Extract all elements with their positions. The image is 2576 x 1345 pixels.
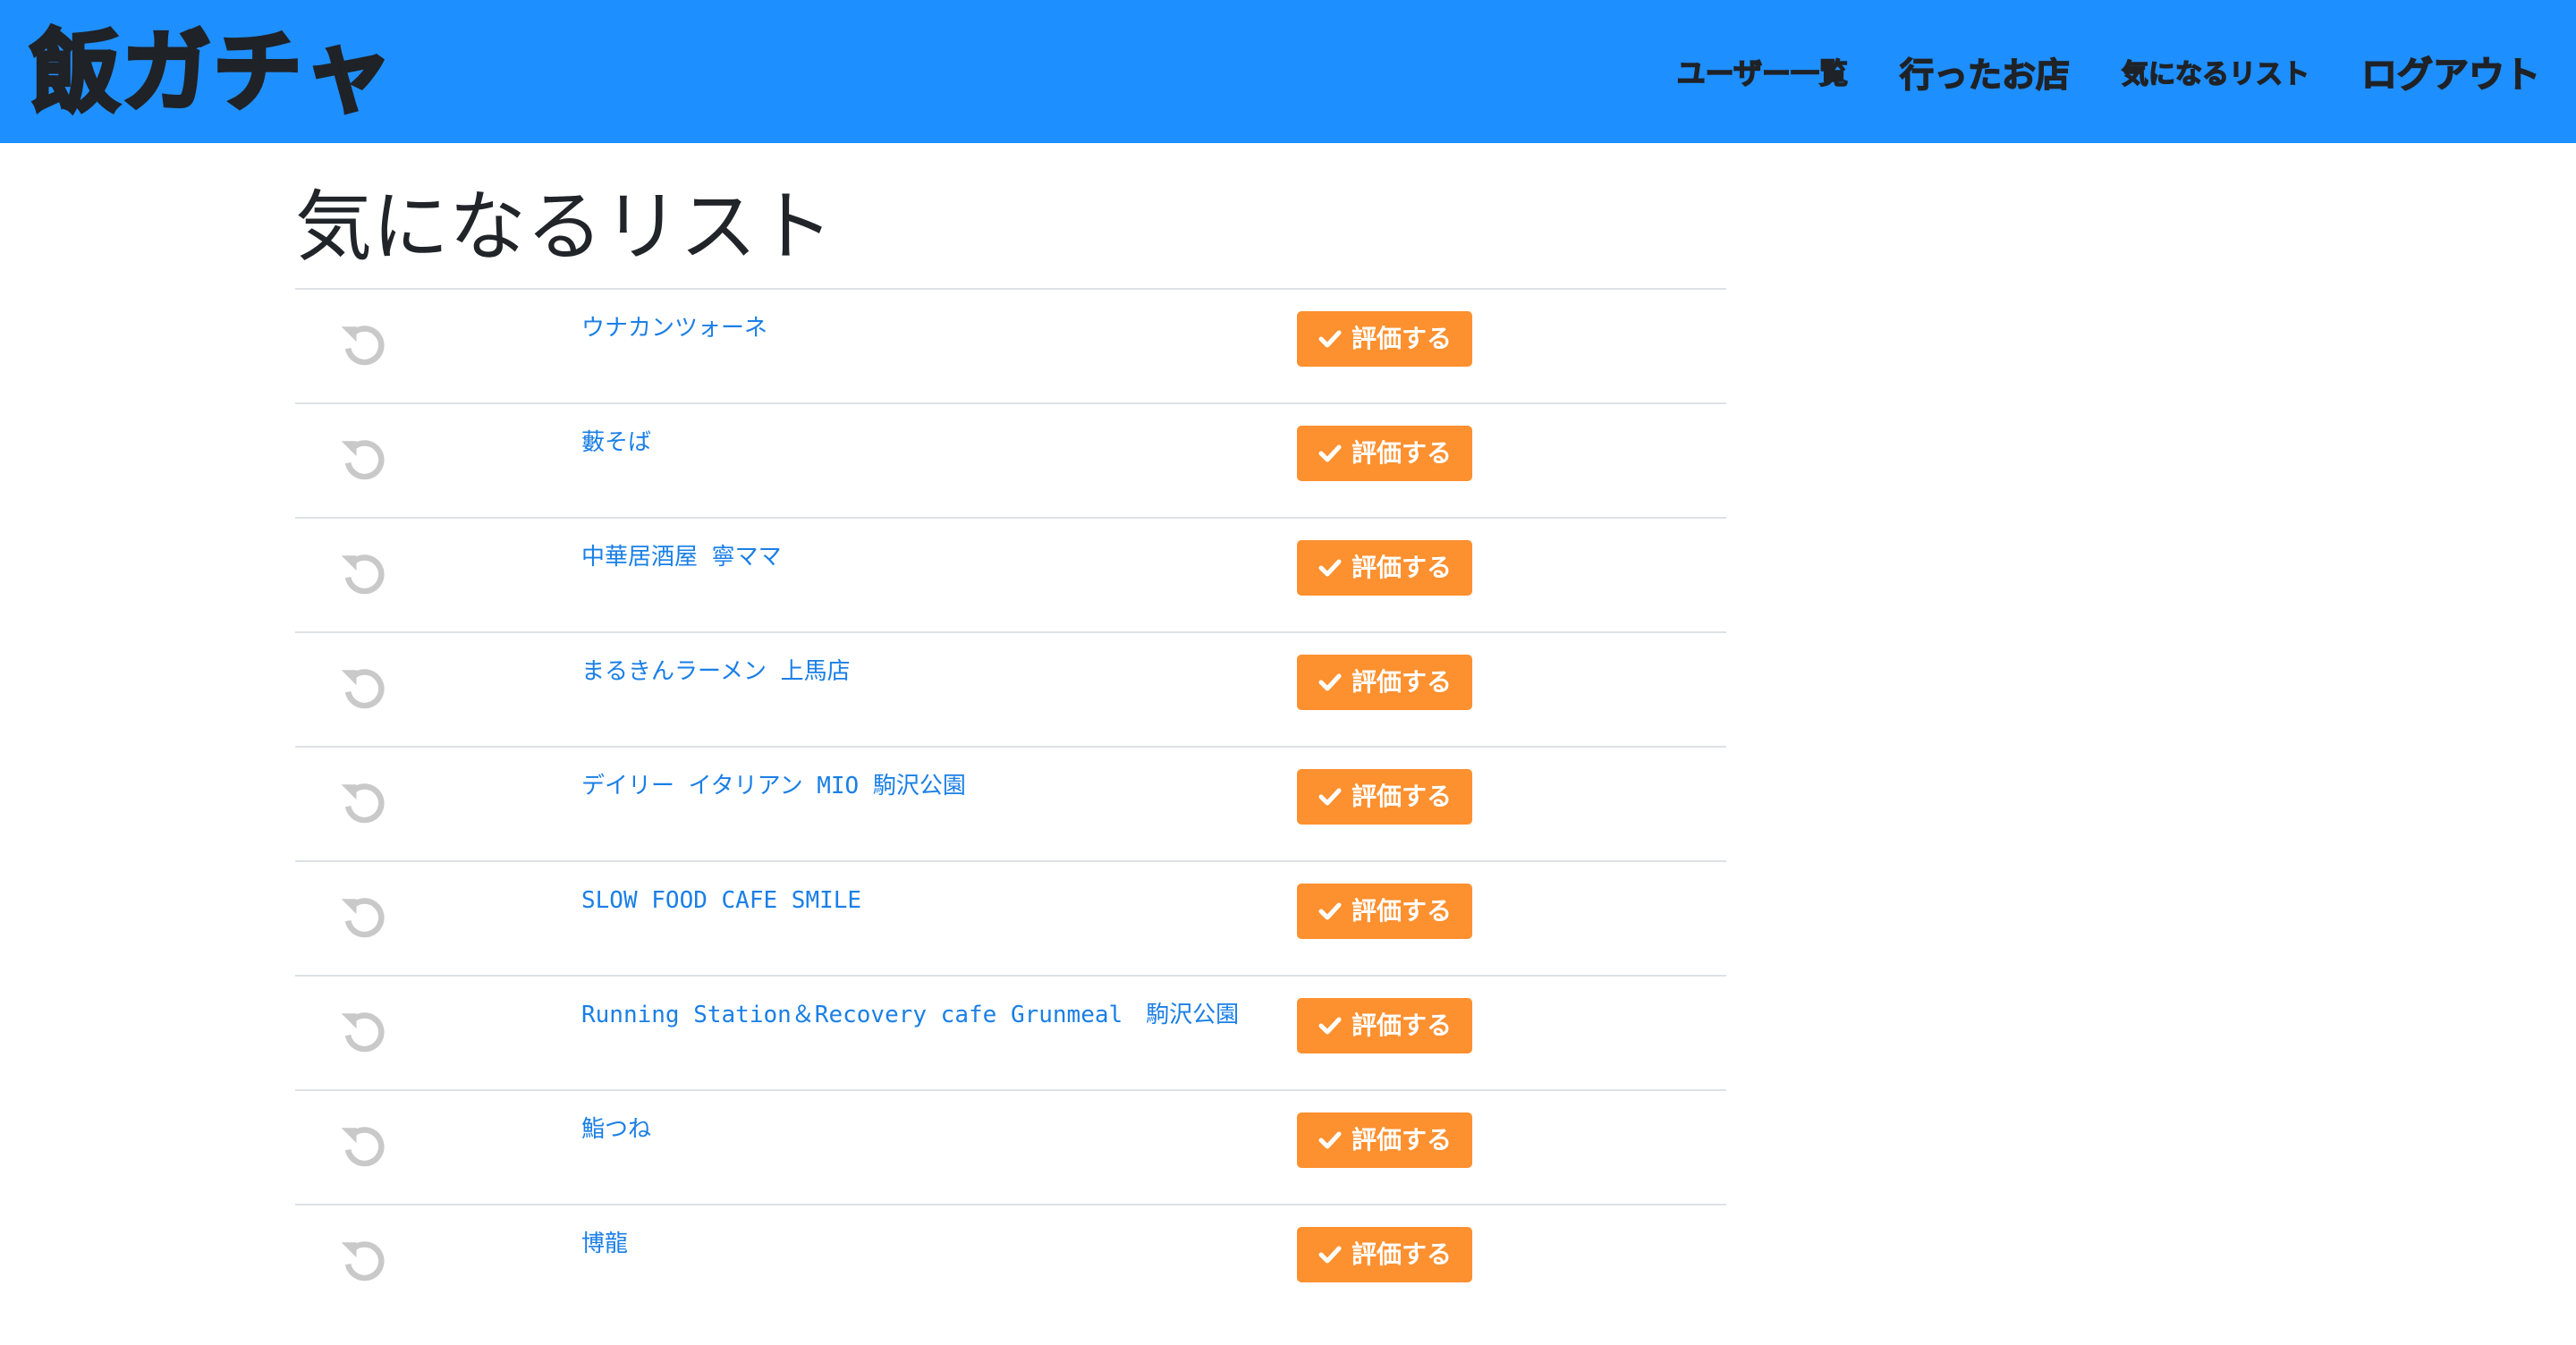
rate-button[interactable]: 評価する <box>1297 1112 1472 1168</box>
list-item: Running Station＆Recovery cafe Grunmeal 駒… <box>295 977 1726 1091</box>
shop-name-link[interactable]: Running Station＆Recovery cafe Grunmeal 駒… <box>581 1000 1239 1030</box>
list-item: 中華居酒屋 寧ママ 評価する <box>295 519 1726 633</box>
shop-name-link[interactable]: SLOW FOOD CAFE SMILE <box>581 885 861 916</box>
nav-visited-link[interactable]: 行ったお店 <box>1899 47 2071 97</box>
rate-button-label: 評価する <box>1351 1239 1452 1269</box>
rate-button-label: 評価する <box>1351 553 1452 582</box>
wishlist-table: ウナカンツォーネ 評価する 藪そば 評価する 中華居酒屋 寧ママ 評価する まる… <box>295 288 1726 1318</box>
list-item: まるきんラーメン 上馬店 評価する <box>295 633 1726 748</box>
check-icon <box>1318 1131 1342 1149</box>
check-icon <box>1318 1017 1342 1035</box>
rate-button[interactable]: 評価する <box>1297 769 1472 825</box>
check-icon <box>1318 902 1342 920</box>
main-content: 気になるリスト ウナカンツォーネ 評価する 藪そば 評価する 中華居酒屋 寧ママ… <box>295 143 1726 1318</box>
check-icon <box>1318 559 1342 577</box>
reload-icon[interactable] <box>336 317 390 370</box>
top-navbar: 飯ガチャ ユーザー一覧 行ったお店 気になるリスト ログアウト <box>0 0 2576 143</box>
rate-button[interactable]: 評価する <box>1297 998 1472 1053</box>
reload-icon[interactable] <box>336 774 390 828</box>
rate-button-label: 評価する <box>1351 324 1452 353</box>
rate-button-label: 評価する <box>1351 1125 1452 1155</box>
check-icon <box>1318 673 1342 691</box>
check-icon <box>1318 1246 1342 1264</box>
rate-button[interactable]: 評価する <box>1297 540 1472 596</box>
page-title: 気になるリスト <box>295 182 834 272</box>
shop-name-link[interactable]: 博龍 <box>581 1229 628 1259</box>
reload-icon[interactable] <box>336 546 390 599</box>
rate-button-label: 評価する <box>1351 667 1452 697</box>
check-icon <box>1318 330 1342 348</box>
reload-icon[interactable] <box>336 660 390 714</box>
shop-name-link[interactable]: 鮨つね <box>581 1114 651 1145</box>
list-item: 鮨つね 評価する <box>295 1091 1726 1205</box>
shop-name-link[interactable]: ウナカンツォーネ <box>581 313 767 343</box>
rate-button[interactable]: 評価する <box>1297 655 1472 710</box>
list-item: 博龍 評価する <box>295 1205 1726 1318</box>
reload-icon[interactable] <box>336 1003 390 1057</box>
rate-button[interactable]: 評価する <box>1297 426 1472 481</box>
shop-name-link[interactable]: 中華居酒屋 寧ママ <box>581 542 782 572</box>
rate-button-label: 評価する <box>1351 782 1452 811</box>
list-item: ウナカンツォーネ 評価する <box>295 290 1726 404</box>
rate-button-label: 評価する <box>1351 896 1452 926</box>
rate-button[interactable]: 評価する <box>1297 1227 1472 1282</box>
nav-wishlist-link[interactable]: 気になるリスト <box>2121 52 2310 91</box>
check-icon <box>1318 788 1342 806</box>
nav-users-link[interactable]: ユーザー一覧 <box>1676 51 1849 92</box>
rate-button-label: 評価する <box>1351 438 1452 468</box>
list-item: デイリー イタリアン MIO 駒沢公園 評価する <box>295 748 1726 862</box>
list-item: 藪そば 評価する <box>295 404 1726 519</box>
shop-name-link[interactable]: まるきんラーメン 上馬店 <box>581 656 851 687</box>
main-nav: ユーザー一覧 行ったお店 気になるリスト ログアウト <box>1676 0 2541 143</box>
rate-button-label: 評価する <box>1351 1011 1452 1040</box>
shop-name-link[interactable]: 藪そば <box>581 427 651 458</box>
reload-icon[interactable] <box>336 889 390 943</box>
reload-icon[interactable] <box>336 1118 390 1172</box>
reload-icon[interactable] <box>336 1232 390 1286</box>
shop-name-link[interactable]: デイリー イタリアン MIO 駒沢公園 <box>581 771 966 801</box>
list-item: SLOW FOOD CAFE SMILE 評価する <box>295 862 1726 977</box>
reload-icon[interactable] <box>336 431 390 485</box>
brand-logo[interactable]: 飯ガチャ <box>29 21 394 123</box>
rate-button[interactable]: 評価する <box>1297 884 1472 939</box>
check-icon <box>1318 444 1342 462</box>
rate-button[interactable]: 評価する <box>1297 311 1472 367</box>
nav-logout-link[interactable]: ログアウト <box>2360 46 2541 97</box>
